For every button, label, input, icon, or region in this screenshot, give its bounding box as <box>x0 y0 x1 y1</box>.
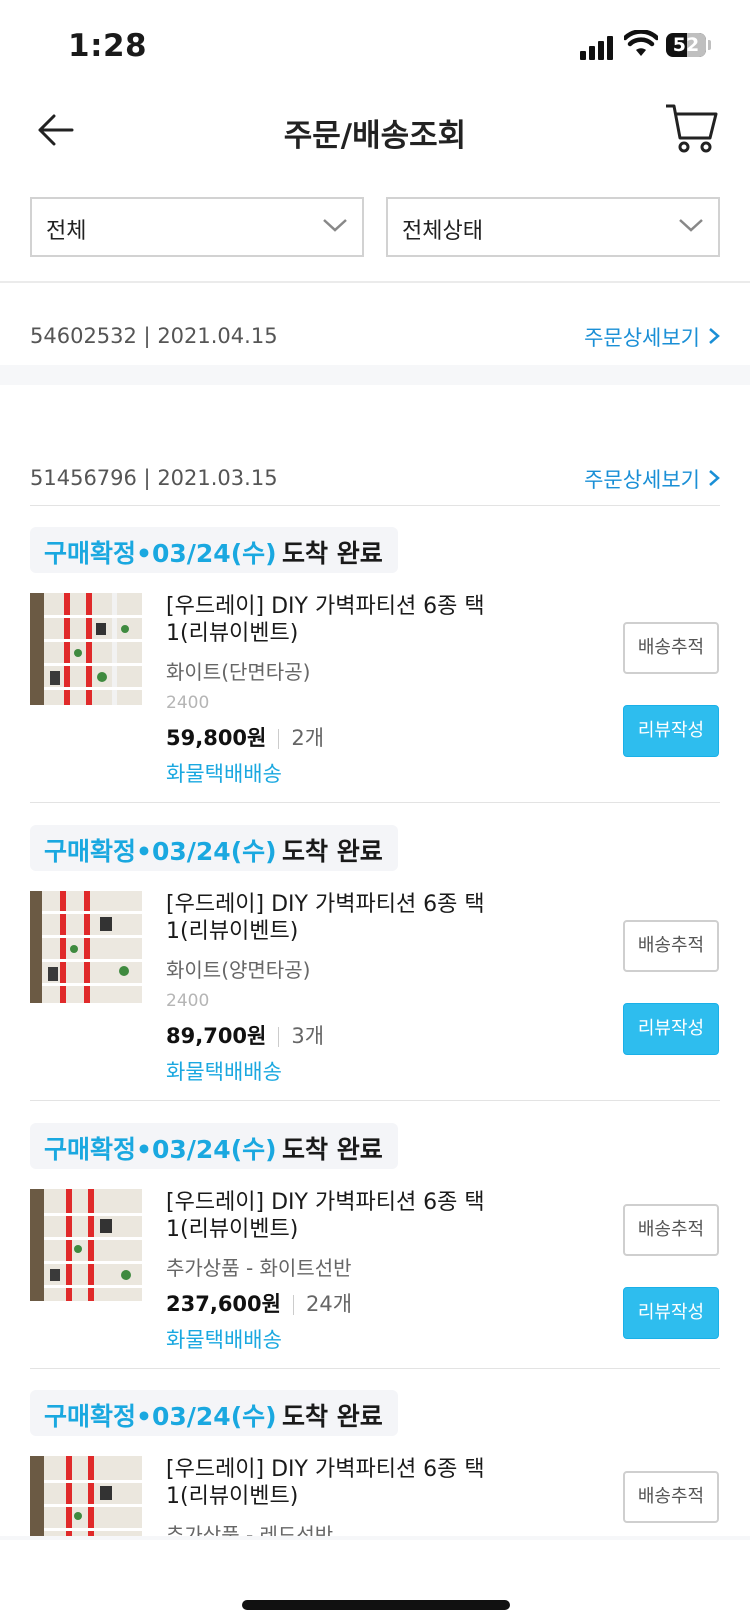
cart-icon <box>666 104 718 153</box>
status-arrived: 도착 완료 <box>282 539 383 568</box>
signal-icon <box>580 34 616 60</box>
divider <box>30 1368 720 1369</box>
status-time: 1:28 <box>68 28 148 64</box>
item-price: 59,800원 <box>166 726 267 750</box>
status-confirmed: 구매확정•03/24(수) <box>44 539 277 568</box>
product-option: 화이트(양면타공) <box>166 958 311 982</box>
divider <box>30 505 720 506</box>
item-price: 89,700원 <box>166 1024 267 1048</box>
product-code: 2400 <box>166 693 210 713</box>
product-image <box>30 1189 142 1301</box>
status-confirmed: 구매확정•03/24(수) <box>44 1135 277 1164</box>
battery-level: 52 <box>672 34 700 56</box>
product-thumbnail[interactable] <box>30 593 142 705</box>
status-filter-label: 전체상태 <box>402 219 483 244</box>
period-filter-select[interactable]: 전체 <box>30 197 364 257</box>
chevron-right-icon <box>708 468 720 492</box>
price-line: 59,800원 2개 <box>166 722 324 752</box>
shipping-method: 화물택배배송 <box>166 1060 282 1084</box>
price-line: 237,600원 24개 <box>166 1288 352 1318</box>
separator <box>278 1027 280 1047</box>
separator <box>292 1295 294 1315</box>
order-detail-label: 주문상세보기 <box>584 326 700 350</box>
shipping-method: 화물택배배송 <box>166 762 282 786</box>
track-delivery-button[interactable]: 배송추적 <box>623 1204 719 1256</box>
write-review-button[interactable]: 리뷰작성 <box>623 1287 719 1339</box>
order-id-date: 54602532 | 2021.04.15 <box>30 324 278 348</box>
order-header: 54602532 | 2021.04.15 주문상세보기 <box>30 316 720 356</box>
order-detail-link[interactable]: 주문상세보기 <box>584 464 720 494</box>
track-delivery-button[interactable]: 배송추적 <box>623 622 719 674</box>
battery-tip <box>708 40 711 50</box>
track-delivery-button[interactable]: 배송추적 <box>623 920 719 972</box>
product-option: 화이트(단면타공) <box>166 660 311 684</box>
order-detail-label: 주문상세보기 <box>584 468 700 492</box>
separator <box>278 729 280 749</box>
chevron-down-icon <box>679 219 703 232</box>
status-filter-select[interactable]: 전체상태 <box>386 197 720 257</box>
chevron-down-icon <box>323 219 347 232</box>
write-review-button[interactable]: 리뷰작성 <box>623 1003 719 1055</box>
order-id-date: 51456796 | 2021.03.15 <box>30 466 278 490</box>
divider <box>0 281 750 283</box>
battery-icon: 52 <box>666 33 706 57</box>
product-name[interactable]: [우드레이] DIY 가벽파티션 6종 택1(리뷰이벤트) <box>166 1189 506 1243</box>
status-bar: 1:28 52 <box>0 0 750 90</box>
item-quantity: 24개 <box>305 1292 353 1316</box>
price-line: 89,700원 3개 <box>166 1020 324 1050</box>
status-arrived: 도착 완료 <box>282 1135 383 1164</box>
status-confirmed: 구매확정•03/24(수) <box>44 1402 277 1431</box>
product-name[interactable]: [우드레이] DIY 가벽파티션 6종 택1(리뷰이벤트) <box>166 891 506 945</box>
product-image <box>30 593 142 705</box>
product-thumbnail[interactable] <box>30 1189 142 1301</box>
product-image <box>30 891 142 1003</box>
shipping-method: 화물택배배송 <box>166 1328 282 1352</box>
delivery-status-badge: 구매확정•03/24(수) 도착 완료 <box>30 527 398 573</box>
product-thumbnail[interactable] <box>30 1456 142 1540</box>
order-detail-link[interactable]: 주문상세보기 <box>584 322 720 352</box>
product-name[interactable]: [우드레이] DIY 가벽파티션 6종 택1(리뷰이벤트) <box>166 1456 506 1510</box>
delivery-status-badge: 구매확정•03/24(수) 도착 완료 <box>30 1390 398 1436</box>
delivery-status-badge: 구매확정•03/24(수) 도착 완료 <box>30 1123 398 1169</box>
period-filter-label: 전체 <box>46 219 87 244</box>
home-indicator[interactable] <box>242 1600 510 1610</box>
delivery-status-badge: 구매확정•03/24(수) 도착 완료 <box>30 825 398 871</box>
section-gap <box>0 365 750 385</box>
track-delivery-button[interactable]: 배송추적 <box>623 1471 719 1523</box>
item-quantity: 2개 <box>291 726 325 750</box>
product-option: 추가상품 - 레드선반 <box>166 1523 334 1537</box>
divider <box>30 1100 720 1101</box>
product-name[interactable]: [우드레이] DIY 가벽파티션 6종 택1(리뷰이벤트) <box>166 593 506 647</box>
status-arrived: 도착 완료 <box>282 837 383 866</box>
product-option: 추가상품 - 화이트선반 <box>166 1256 352 1280</box>
bottom-safe-area <box>0 1540 750 1623</box>
item-price: 237,600원 <box>166 1292 281 1316</box>
divider <box>30 802 720 803</box>
chevron-right-icon <box>708 326 720 350</box>
status-arrived: 도착 완료 <box>282 1402 383 1431</box>
write-review-button[interactable]: 리뷰작성 <box>623 705 719 757</box>
status-confirmed: 구매확정•03/24(수) <box>44 837 277 866</box>
product-thumbnail[interactable] <box>30 891 142 1003</box>
order-header: 51456796 | 2021.03.15 주문상세보기 <box>30 458 720 498</box>
item-quantity: 3개 <box>291 1024 325 1048</box>
product-code: 2400 <box>166 991 210 1011</box>
header: 주문/배송조회 <box>0 90 750 172</box>
product-image <box>30 1456 142 1540</box>
wifi-icon <box>624 30 658 56</box>
cart-button[interactable] <box>664 102 718 154</box>
page-title: 주문/배송조회 <box>283 118 467 154</box>
